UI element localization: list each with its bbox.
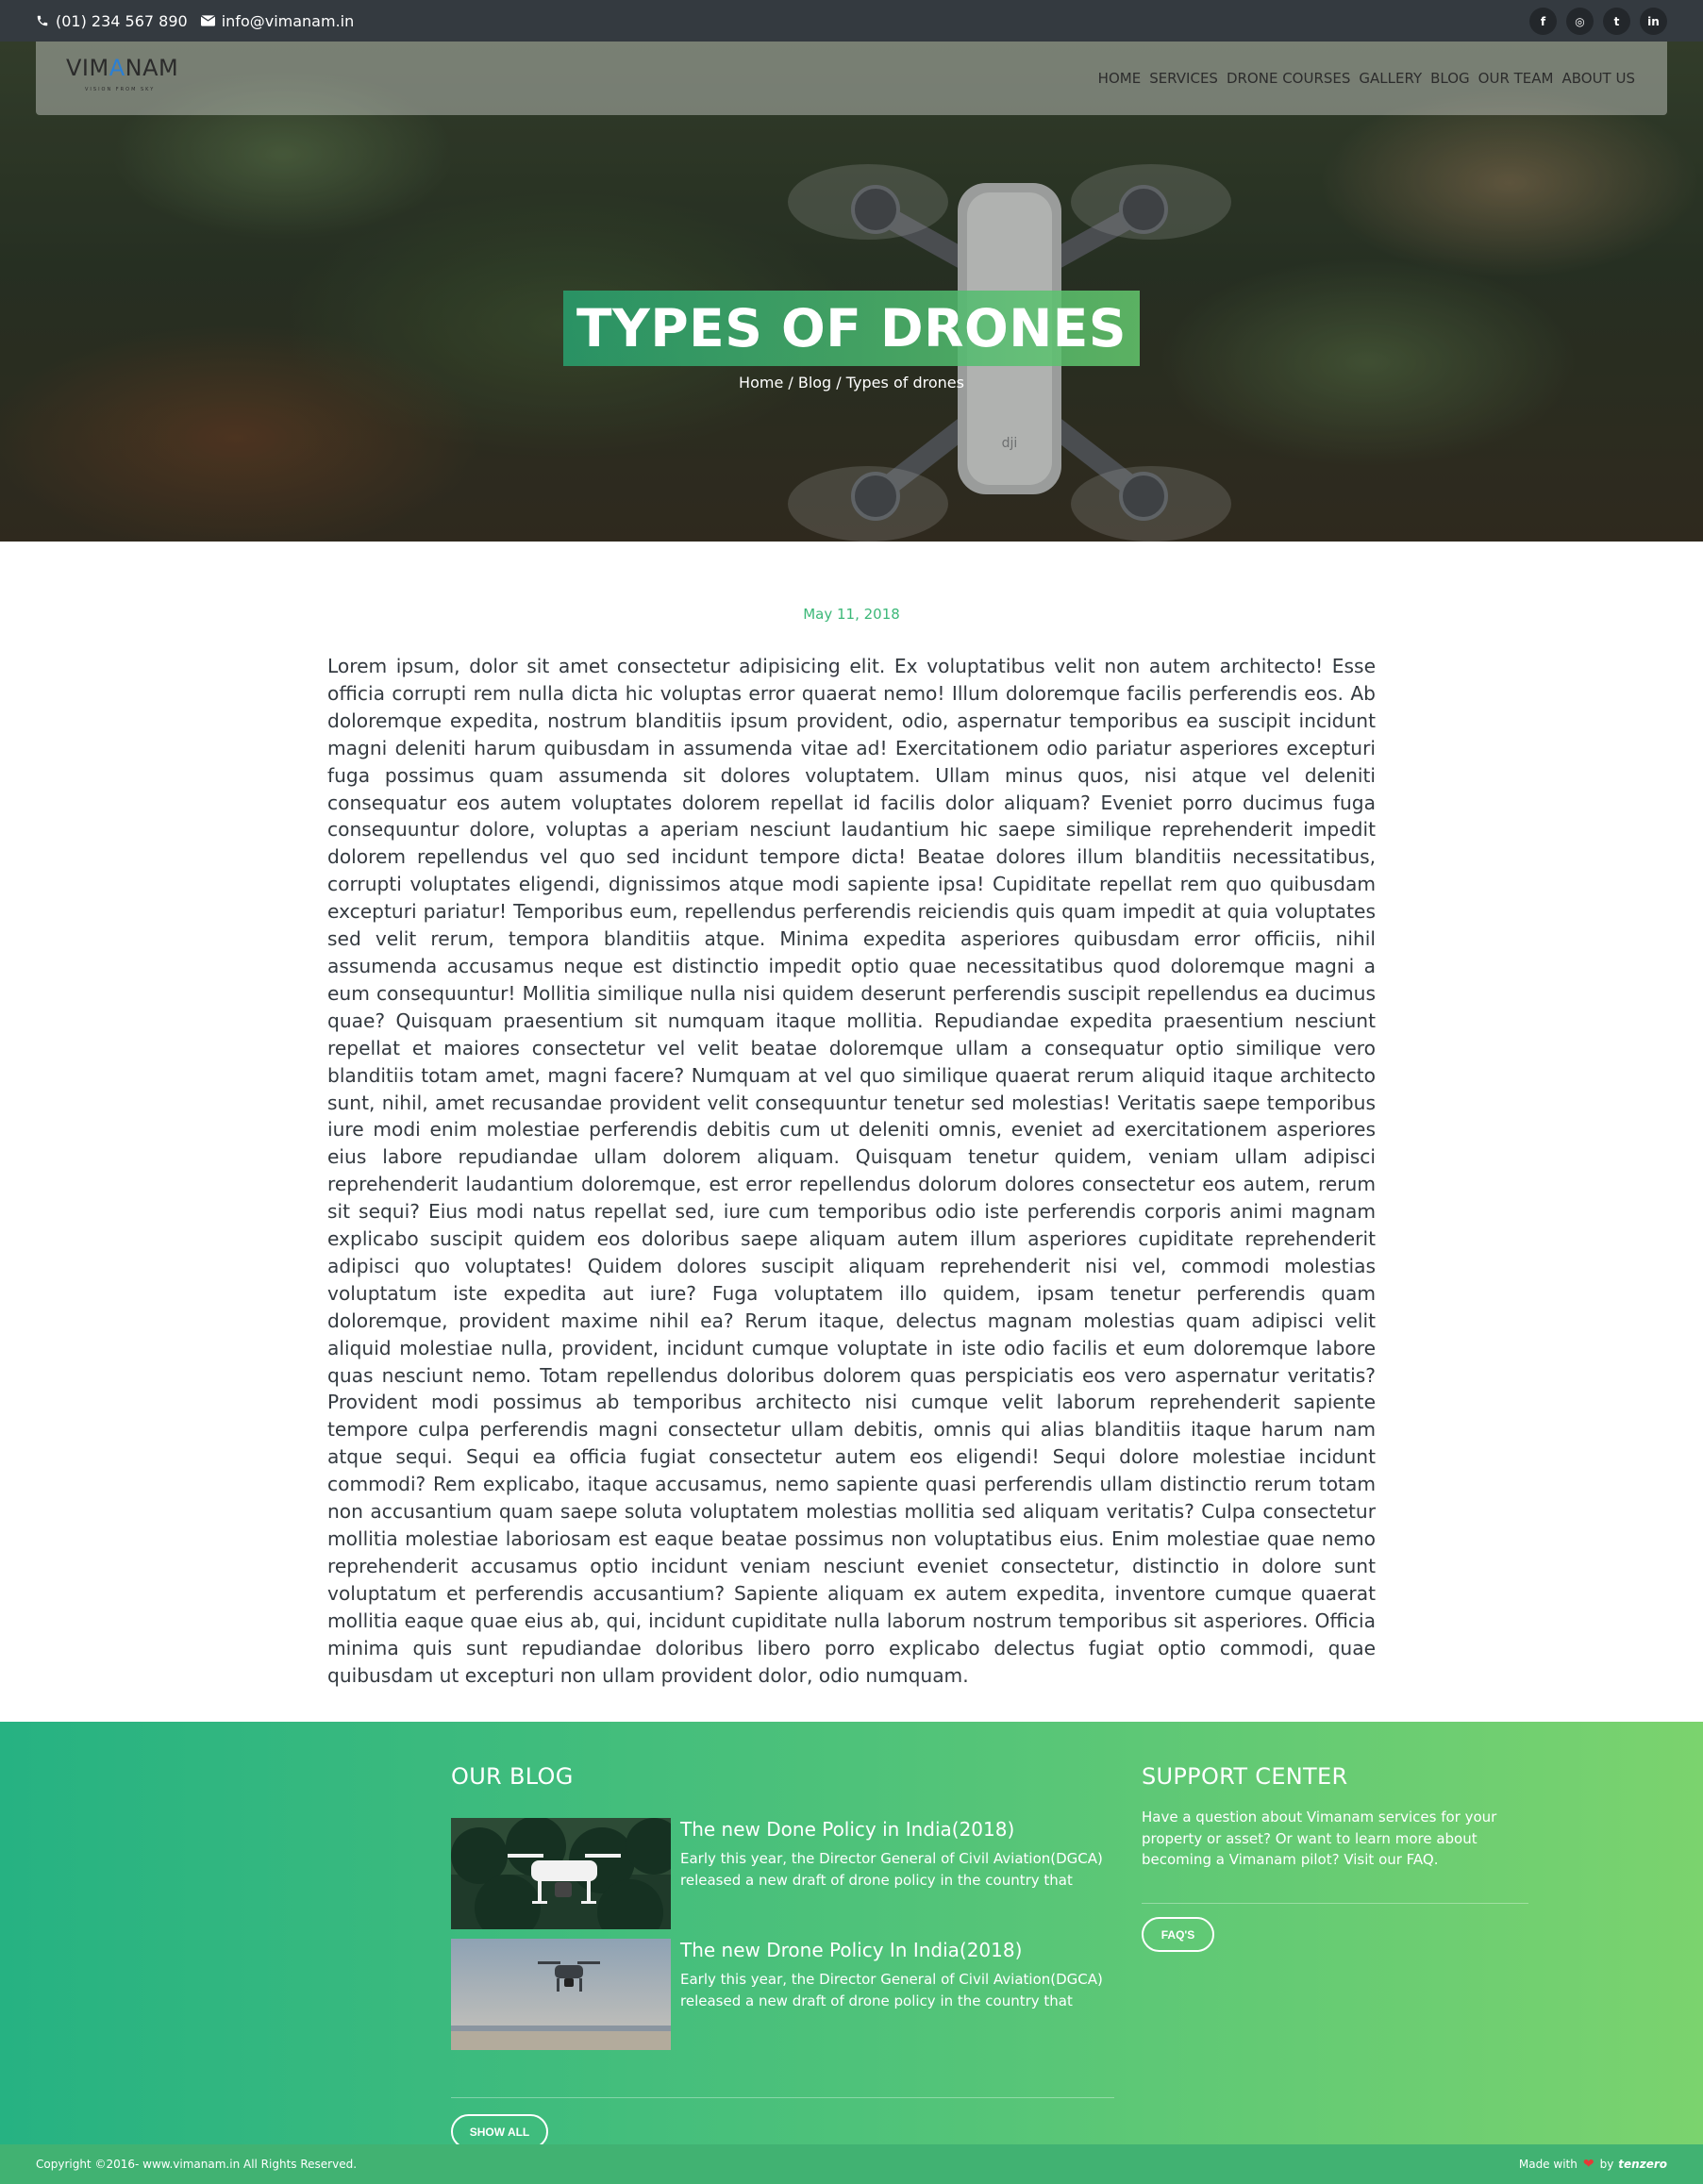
post-date: May 11, 2018: [803, 606, 900, 623]
blog-post-excerpt: Early this year, the Director General of…: [680, 1850, 1103, 1889]
nav-about-us[interactable]: ABOUT US: [1561, 70, 1635, 87]
bottom-bar: Copyright ©2016- www.vimanam.in All Righ…: [0, 2144, 1703, 2184]
logo[interactable]: VIMANAM VISION FROM SKY: [66, 55, 179, 98]
footer-blog-title: OUR BLOG: [451, 1763, 574, 1790]
copyright-text: Copyright ©2016- www.vimanam.in All Righ…: [36, 2158, 358, 2171]
logo-text-right: NAM: [125, 55, 179, 81]
email-text: info@vimanam.in: [221, 11, 355, 30]
blog-divider: [451, 2097, 1114, 2098]
email-link[interactable]: info@vimanam.in: [200, 11, 355, 30]
nav-services[interactable]: SERVICES: [1149, 70, 1218, 87]
phone-link[interactable]: (01) 234 567 890: [36, 12, 188, 30]
nav-gallery[interactable]: GALLERY: [1359, 70, 1422, 87]
footer-blog-section: OUR BLOG The new Done Policy in India(20…: [451, 1763, 1114, 2149]
phone-icon: [37, 15, 48, 26]
blog-post-item[interactable]: The new Drone Policy In India(2018) Earl…: [451, 1939, 1114, 2050]
page-title: TYPES OF DRONES: [563, 291, 1140, 366]
nav-drone-courses[interactable]: DRONE COURSES: [1227, 70, 1350, 87]
support-title: SUPPORT CENTER: [1142, 1763, 1348, 1790]
logo-text-left: VIM: [66, 55, 109, 81]
instagram-icon[interactable]: ◎: [1566, 8, 1594, 35]
main-navbar: VIMANAM VISION FROM SKY HOME SERVICES DR…: [36, 42, 1667, 115]
by-text: by: [1599, 2158, 1614, 2171]
drone-forest-image: [451, 1818, 671, 1929]
svg-text:dji: dji: [1002, 436, 1018, 451]
hero-title-wrap: TYPES OF DRONES: [0, 291, 1703, 366]
footer: OUR BLOG The new Done Policy in India(20…: [0, 1722, 1703, 2149]
blog-post-item[interactable]: The new Done Policy in India(2018) Early…: [451, 1818, 1114, 1929]
breadcrumb[interactable]: Home / Blog / Types of drones: [0, 374, 1703, 392]
faq-button[interactable]: FAQ'S: [1142, 1917, 1214, 1952]
made-with: Made with ❤ by tenzero: [1519, 2144, 1667, 2184]
blog-post-title[interactable]: The new Done Policy in India(2018): [680, 1818, 1014, 1841]
logo-text-mid: A: [109, 55, 125, 81]
developer-link[interactable]: tenzero: [1618, 2144, 1667, 2184]
logo-text: VIMANAM: [66, 55, 178, 81]
twitter-icon[interactable]: t: [1603, 8, 1630, 35]
facebook-icon[interactable]: f: [1529, 8, 1557, 35]
article-body: Lorem ipsum, dolor sit amet consectetur …: [327, 655, 1376, 1687]
nav-home[interactable]: HOME: [1098, 70, 1142, 87]
made-with-text: Made with: [1518, 2158, 1578, 2171]
nav-menu: HOME SERVICES DRONE COURSES GALLERY BLOG…: [1090, 42, 1635, 115]
phone-text: (01) 234 567 890: [56, 11, 188, 30]
envelope-icon: [200, 15, 215, 26]
nav-our-team[interactable]: OUR TEAM: [1478, 70, 1554, 87]
support-divider: [1142, 1903, 1528, 1904]
top-bar: (01) 234 567 890 info@vimanam.in f ◎ t i…: [0, 0, 1703, 42]
drone-beach-image: [451, 1939, 671, 2050]
logo-tagline: VISION FROM SKY: [85, 87, 156, 92]
blog-post-thumbnail[interactable]: [451, 1818, 671, 1929]
heart-icon: ❤: [1582, 2157, 1594, 2172]
footer-support-section: SUPPORT CENTER Have a question about Vim…: [1142, 1763, 1528, 1952]
social-links: f ◎ t in: [1520, 8, 1667, 35]
blog-post-thumbnail[interactable]: [451, 1939, 671, 2050]
hero-banner: dji VIMANAM VISION FROM SKY HOME SERVICE…: [0, 42, 1703, 542]
blog-post-excerpt: Early this year, the Director General of…: [680, 1971, 1103, 2009]
blog-post-title[interactable]: The new Drone Policy In India(2018): [680, 1939, 1022, 1961]
support-text: Have a question about Vimanam services f…: [1142, 1809, 1497, 1868]
contact-info: (01) 234 567 890 info@vimanam.in: [36, 0, 367, 42]
linkedin-icon[interactable]: in: [1640, 8, 1667, 35]
nav-blog[interactable]: BLOG: [1430, 70, 1470, 87]
